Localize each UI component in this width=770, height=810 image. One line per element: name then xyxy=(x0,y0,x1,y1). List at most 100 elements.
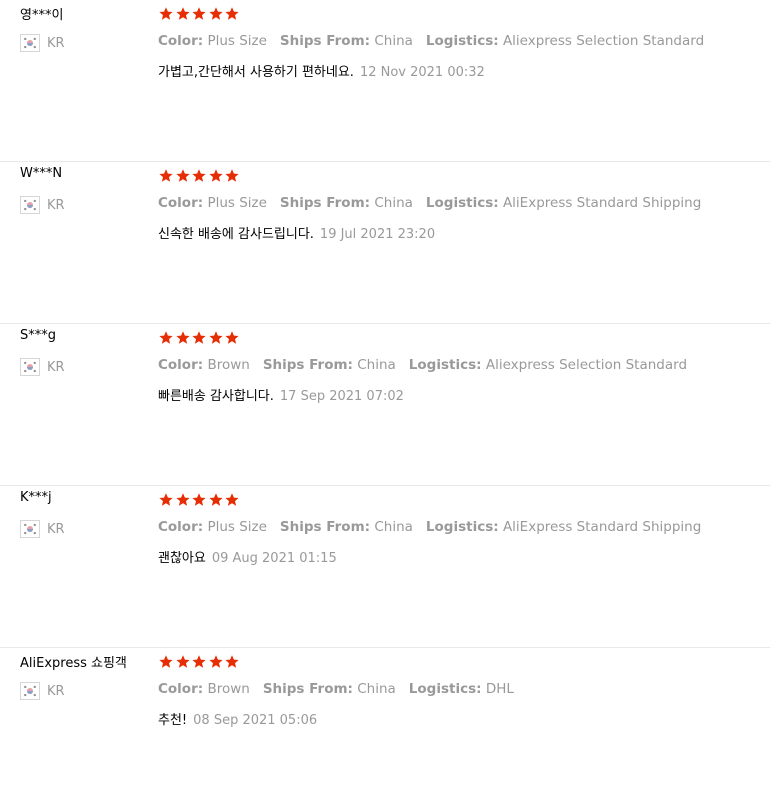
star-icon xyxy=(159,655,173,668)
review-feedback: 괜찮아요 09 Aug 2021 01:15 xyxy=(158,547,337,566)
attribute-label: Ships From: xyxy=(279,33,371,49)
star-icon xyxy=(192,655,206,668)
country-code: KR xyxy=(47,35,65,51)
review-attribute: Ships From: China xyxy=(263,357,396,373)
review-attribute: Logistics: AliExpress Standard Shipping xyxy=(426,519,701,535)
star-icon xyxy=(159,493,173,506)
attribute-label: Logistics: xyxy=(425,519,499,535)
review-attributes: Color: Plus Size Ships From: China Logisti… xyxy=(158,195,714,211)
star-icon xyxy=(192,169,206,182)
attribute-value: Brown xyxy=(207,357,250,373)
korea-flag-icon xyxy=(20,196,40,214)
attribute-label: Ships From: xyxy=(279,195,371,211)
star-icon xyxy=(208,493,223,506)
review-text: 추천! xyxy=(158,713,188,728)
attribute-label: Color: xyxy=(158,33,204,49)
country-code: KR xyxy=(47,683,65,699)
review-attribute: Logistics: DHL xyxy=(409,681,514,697)
reviewer-name: 영***이 xyxy=(20,8,64,23)
reviewer-country: KR xyxy=(20,34,65,52)
reviewer-country: KR xyxy=(20,358,65,376)
review-attribute: Ships From: China xyxy=(280,195,413,211)
attribute-value: Plus Size xyxy=(207,195,267,211)
star-icon xyxy=(225,169,239,182)
reviewer-country: KR xyxy=(20,520,65,538)
attribute-value: China xyxy=(374,33,413,49)
review-feedback: 추천! 08 Sep 2021 05:06 xyxy=(158,709,317,728)
star-icon xyxy=(192,7,206,20)
star-icon xyxy=(159,7,173,20)
review-attribute: Color: Plus Size xyxy=(158,519,267,535)
korea-flag-icon xyxy=(20,682,40,700)
review-attribute: Logistics: AliExpress Standard Shipping xyxy=(426,195,701,211)
review-item: AliExpress 쇼핑객 KR Color: Brown Ships Fro… xyxy=(0,648,770,810)
reviewer-name: S***g xyxy=(20,328,57,343)
review-attribute: Logistics: Aliexpress Selection Standard xyxy=(426,33,704,49)
reviewer-country: KR xyxy=(20,682,65,700)
review-attribute: Color: Brown xyxy=(158,357,250,373)
review-attributes: Color: Brown Ships From: China Logistics: … xyxy=(158,357,700,373)
review-text: 가볍고,간단해서 사용하기 편하네요. xyxy=(158,65,354,80)
star-rating xyxy=(158,654,241,670)
review-attribute: Color: Brown xyxy=(158,681,250,697)
review-text: 빠른배송 감사합니다. xyxy=(158,389,274,404)
star-icon xyxy=(175,7,190,20)
attribute-value: AliExpress Standard Shipping xyxy=(502,195,702,211)
attribute-value: DHL xyxy=(485,681,514,697)
korea-flag-icon xyxy=(20,520,40,538)
review-item: K***j KR Color: Plus Size Ships From: Ch… xyxy=(0,486,770,648)
reviewer-name: AliExpress 쇼핑객 xyxy=(20,656,127,671)
attribute-label: Color: xyxy=(158,357,204,373)
review-attribute: Logistics: Aliexpress Selection Standard xyxy=(409,357,687,373)
country-code: KR xyxy=(47,359,65,375)
review-date: 08 Sep 2021 05:06 xyxy=(193,713,318,728)
star-icon xyxy=(159,169,173,182)
reviewer-name: K***j xyxy=(20,490,52,505)
review-attributes: Color: Brown Ships From: China Logistics: … xyxy=(158,681,527,697)
review-attribute: Color: Plus Size xyxy=(158,33,267,49)
review-attributes: Color: Plus Size Ships From: China Logisti… xyxy=(158,519,714,535)
star-rating xyxy=(158,168,241,184)
attribute-label: Color: xyxy=(158,681,204,697)
attribute-value: China xyxy=(374,519,413,535)
star-icon xyxy=(208,169,223,182)
star-icon xyxy=(225,493,239,506)
star-icon xyxy=(192,493,206,506)
star-icon xyxy=(225,655,239,668)
review-date: 17 Sep 2021 07:02 xyxy=(279,389,404,404)
star-icon xyxy=(175,169,190,182)
attribute-label: Ships From: xyxy=(262,357,353,373)
star-icon xyxy=(208,655,223,668)
attribute-value: Brown xyxy=(207,681,250,697)
attribute-value: Aliexpress Selection Standard xyxy=(502,33,705,49)
attribute-value: AliExpress Standard Shipping xyxy=(502,519,702,535)
review-item: W***N KR Color: Plus Size Ships From: Ch… xyxy=(0,162,770,324)
review-attributes: Color: Plus Size Ships From: China Logisti… xyxy=(158,33,717,49)
review-date: 12 Nov 2021 00:32 xyxy=(359,65,485,80)
attribute-value: China xyxy=(357,681,396,697)
review-item: 영***이 KR Color: Plus Size Ships From: Ch… xyxy=(0,0,770,162)
review-attribute: Ships From: China xyxy=(263,681,396,697)
attribute-label: Logistics: xyxy=(425,195,499,211)
attribute-label: Logistics: xyxy=(425,33,499,49)
attribute-label: Ships From: xyxy=(279,519,371,535)
star-rating xyxy=(158,330,241,346)
attribute-label: Color: xyxy=(158,195,204,211)
review-attribute: Ships From: China xyxy=(280,519,413,535)
attribute-label: Ships From: xyxy=(262,681,353,697)
review-list: 영***이 KR Color: Plus Size Ships From: Ch… xyxy=(0,0,770,810)
attribute-label: Logistics: xyxy=(408,681,482,697)
star-icon xyxy=(225,331,239,344)
reviewer-name: W***N xyxy=(20,166,63,181)
attribute-value: China xyxy=(374,195,413,211)
review-date: 19 Jul 2021 23:20 xyxy=(319,227,436,242)
attribute-label: Logistics: xyxy=(408,357,482,373)
review-text: 신속한 배송에 감사드립니다. xyxy=(158,227,314,242)
review-feedback: 신속한 배송에 감사드립니다. 19 Jul 2021 23:20 xyxy=(158,223,435,242)
country-code: KR xyxy=(47,521,65,537)
star-icon xyxy=(159,331,173,344)
review-text: 괜찮아요 xyxy=(158,551,206,566)
star-icon xyxy=(208,7,223,20)
star-icon xyxy=(175,655,190,668)
korea-flag-icon xyxy=(20,34,40,52)
